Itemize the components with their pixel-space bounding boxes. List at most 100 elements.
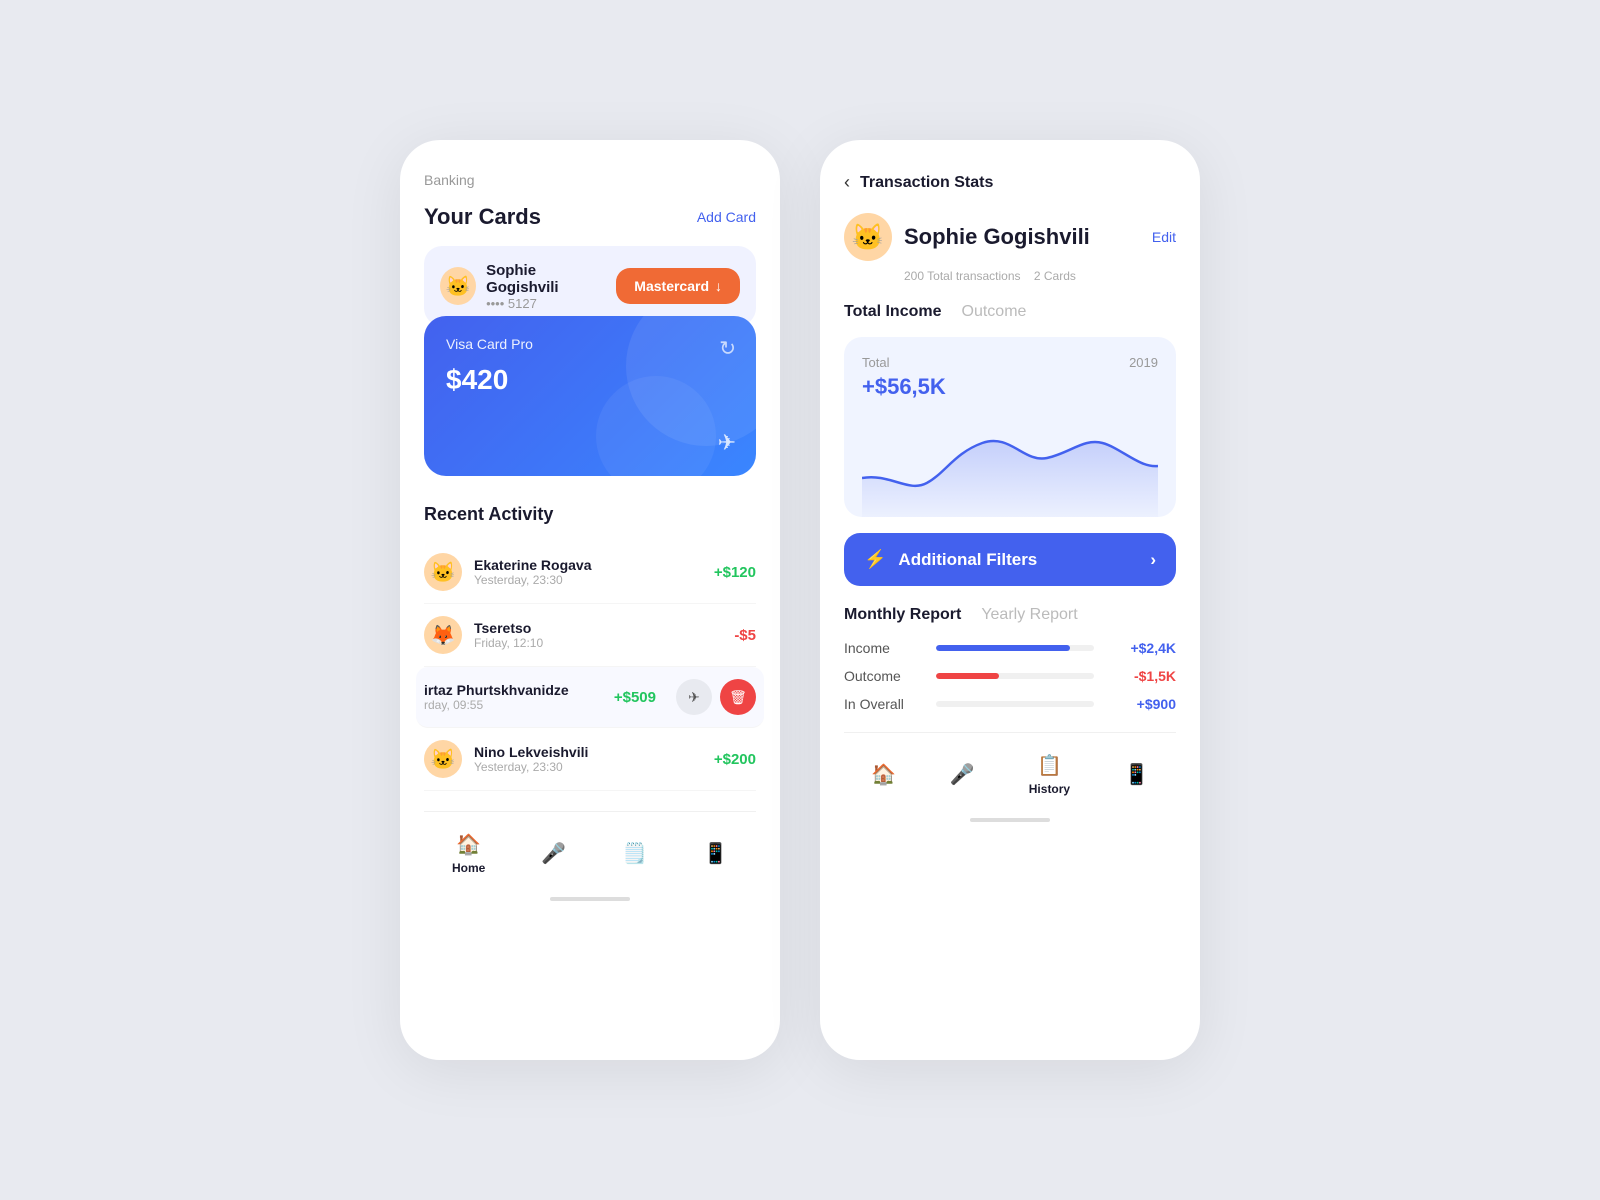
activity-name: Ekaterine Rogava [474, 557, 702, 573]
nav-phone[interactable]: 📱 [691, 837, 740, 870]
filter-label: Additional Filters [898, 550, 1037, 570]
tab-total-income[interactable]: Total Income [844, 303, 942, 321]
nav-mic-right[interactable]: 🎤 [938, 758, 987, 791]
send-icon: ✈ [718, 430, 736, 456]
chart-header: Total 2019 [862, 355, 1158, 370]
home-icon: 🏠 [456, 832, 481, 857]
nav-notes[interactable]: 🗒️ [610, 837, 659, 870]
tab-outcome[interactable]: Outcome [962, 303, 1027, 321]
chart-total-label: Total [862, 355, 889, 370]
card-user-name: Sophie Gogishvili [486, 262, 606, 296]
action-buttons: ✈ 🗑 [676, 679, 756, 715]
income-bar [936, 645, 1070, 651]
page-title: Transaction Stats [860, 174, 993, 192]
activity-item-active: irtaz Phurtskhvanidze rday, 09:55 +$509 … [416, 667, 764, 728]
activity-avatar: 🐱 [424, 740, 462, 778]
activity-amount: +$200 [714, 751, 756, 768]
activity-item: 🦊 Tseretso Friday, 12:10 -$5 [424, 604, 756, 667]
mastercard-arrow-icon: ↓ [715, 278, 722, 294]
visa-card[interactable]: ↻ Visa Card Pro $420 ✈ [424, 316, 756, 476]
profile-sub: 200 Total transactions 2 Cards [844, 269, 1176, 283]
activity-time: Yesterday, 23:30 [474, 760, 702, 774]
activity-name: Tseretso [474, 620, 722, 636]
banking-label: Banking [424, 172, 756, 188]
cards-stack: 🐱 Sophie Gogishvili •••• 5127 Mastercard… [424, 246, 756, 476]
phone-icon-right: 📱 [1124, 762, 1149, 787]
notes-icon: 🗒️ [622, 841, 647, 866]
additional-filters-button[interactable]: ⚡ Additional Filters › [844, 533, 1176, 586]
filter-icon: ⚡ [864, 549, 886, 570]
back-button[interactable]: ‹ [844, 172, 850, 193]
mastercard-button[interactable]: Mastercard ↓ [616, 268, 740, 304]
left-phone: Banking Your Cards Add Card 🐱 Sophie Gog… [400, 140, 780, 1060]
your-cards-header: Your Cards Add Card [424, 204, 756, 230]
activity-avatar: 🦊 [424, 616, 462, 654]
report-item-overall: In Overall +$900 [844, 696, 1176, 712]
activity-info: irtaz Phurtskhvanidze rday, 09:55 [424, 682, 602, 712]
activity-time: Friday, 12:10 [474, 636, 722, 650]
phones-container: Banking Your Cards Add Card 🐱 Sophie Gog… [400, 140, 1200, 1060]
mic-icon-right: 🎤 [950, 762, 975, 787]
back-header: ‹ Transaction Stats [844, 172, 1176, 193]
delete-button[interactable]: 🗑 [720, 679, 756, 715]
activity-time: rday, 09:55 [424, 698, 602, 712]
chart-year-label: 2019 [1129, 355, 1158, 370]
history-label: History [1029, 782, 1070, 796]
total-transactions: 200 Total transactions [904, 269, 1021, 283]
nav-home-label: Home [452, 861, 485, 875]
tab-yearly-report[interactable]: Yearly Report [981, 606, 1077, 624]
nav-history[interactable]: 📋 History [1017, 749, 1082, 800]
overall-bar-wrap [936, 701, 1094, 707]
activity-info: Nino Lekveishvili Yesterday, 23:30 [474, 744, 702, 774]
recent-activity-title: Recent Activity [424, 504, 756, 525]
profile-name: Sophie Gogishvili [904, 224, 1140, 250]
edit-button[interactable]: Edit [1152, 229, 1176, 245]
card-user-row: 🐱 Sophie Gogishvili •••• 5127 Mastercard… [424, 246, 756, 326]
card-user-number: •••• 5127 [486, 296, 606, 311]
report-item-income: Income +$2,4K [844, 640, 1176, 656]
mastercard-label: Mastercard [634, 278, 709, 294]
overall-label: In Overall [844, 696, 924, 712]
cards-count: 2 Cards [1034, 269, 1076, 283]
activity-time: Yesterday, 23:30 [474, 573, 702, 587]
nav-home-right[interactable]: 🏠 [859, 758, 908, 791]
right-phone: ‹ Transaction Stats 🐱 Sophie Gogishvili … [820, 140, 1200, 1060]
filter-left: ⚡ Additional Filters [864, 549, 1037, 570]
profile-avatar: 🐱 [844, 213, 892, 261]
home-icon-right: 🏠 [871, 762, 896, 787]
income-amount: +$2,4K [1106, 640, 1176, 656]
outcome-bar-wrap [936, 673, 1094, 679]
activity-name: Nino Lekveishvili [474, 744, 702, 760]
send-button[interactable]: ✈ [676, 679, 712, 715]
refresh-icon[interactable]: ↻ [719, 336, 736, 361]
add-card-button[interactable]: Add Card [697, 209, 756, 225]
visa-card-name: Visa Card Pro [446, 336, 734, 352]
activity-info: Tseretso Friday, 12:10 [474, 620, 722, 650]
tab-monthly-report[interactable]: Monthly Report [844, 606, 961, 624]
visa-card-amount: $420 [446, 364, 734, 396]
activity-list: 🐱 Ekaterine Rogava Yesterday, 23:30 +$12… [424, 541, 756, 791]
activity-name: irtaz Phurtskhvanidze [424, 682, 602, 698]
bottom-nav-right: 🏠 🎤 📋 History 📱 [844, 732, 1176, 808]
activity-item: 🐱 Nino Lekveishvili Yesterday, 23:30 +$2… [424, 728, 756, 791]
bottom-nav: 🏠 Home 🎤 🗒️ 📱 [424, 811, 756, 887]
mic-icon: 🎤 [541, 841, 566, 866]
nav-mic[interactable]: 🎤 [529, 837, 578, 870]
income-tab-row: Total Income Outcome [844, 303, 1176, 321]
chart-svg [862, 408, 1158, 517]
report-item-outcome: Outcome -$1,5K [844, 668, 1176, 684]
visa-card-icons: ✈ [718, 430, 736, 456]
outcome-bar [936, 673, 999, 679]
outcome-amount: -$1,5K [1106, 668, 1176, 684]
phone-icon: 📱 [703, 841, 728, 866]
nav-home[interactable]: 🏠 Home [440, 828, 497, 879]
report-tabs: Monthly Report Yearly Report [844, 606, 1176, 624]
outcome-label: Outcome [844, 668, 924, 684]
chart-container: Total 2019 +$56,5K [844, 337, 1176, 517]
activity-info: Ekaterine Rogava Yesterday, 23:30 [474, 557, 702, 587]
chart-value: +$56,5K [862, 374, 1158, 400]
nav-phone-right[interactable]: 📱 [1112, 758, 1161, 791]
home-bar [550, 897, 630, 901]
income-label: Income [844, 640, 924, 656]
activity-amount: -$5 [734, 627, 756, 644]
